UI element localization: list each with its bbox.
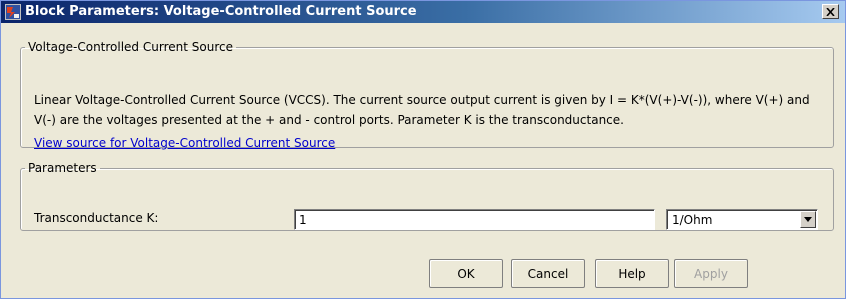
parameters-group: Parameters Transconductance K: 1/Ohm (20, 161, 834, 231)
ok-button[interactable]: OK (429, 259, 503, 288)
transconductance-input[interactable] (294, 209, 655, 230)
window-title: Block Parameters: Voltage-Controlled Cur… (25, 4, 417, 19)
cancel-button[interactable]: Cancel (511, 259, 585, 288)
view-source-link[interactable]: View source for Voltage-Controlled Curre… (34, 136, 335, 150)
close-icon (826, 7, 835, 16)
description-group: Voltage-Controlled Current Source Linear… (20, 40, 834, 150)
description-legend: Voltage-Controlled Current Source (28, 40, 233, 54)
close-button[interactable] (822, 4, 839, 19)
description-text: Linear Voltage-Controlled Current Source… (34, 93, 810, 127)
unit-selected-value: 1/Ohm (672, 213, 713, 227)
simulink-block-icon (5, 4, 21, 20)
unit-select[interactable]: 1/Ohm (666, 209, 818, 230)
block-parameters-dialog: Block Parameters: Voltage-Controlled Cur… (0, 0, 846, 299)
help-button[interactable]: Help (595, 259, 669, 288)
unit-dropdown-button[interactable] (800, 211, 816, 228)
chevron-down-icon (804, 217, 812, 222)
title-bar[interactable]: Block Parameters: Voltage-Controlled Cur… (1, 1, 845, 23)
transconductance-label: Transconductance K: (34, 211, 159, 225)
parameters-legend: Parameters (28, 161, 97, 175)
apply-button[interactable]: Apply (674, 259, 748, 288)
